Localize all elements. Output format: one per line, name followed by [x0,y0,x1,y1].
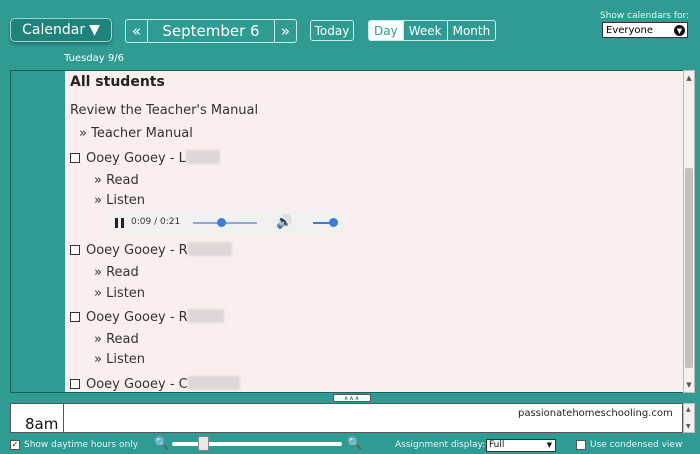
redacted-name [187,309,224,323]
scroll-up-icon[interactable]: ▲ [686,406,691,413]
audio-time: 0:09 / 0:21 [131,217,181,227]
view-month-button[interactable]: Month [446,21,496,40]
zoom-in-icon[interactable]: 🔍 [347,436,362,450]
condensed-view-label: Use condensed view [590,440,683,450]
show-calendars-value: Everyone [606,24,654,36]
view-switcher: Day Week Month [368,20,497,41]
calendar-menu-button[interactable]: Calendar ▼ [10,18,112,42]
bottom-scrollbar[interactable]: ▲ ▼ [683,403,695,433]
audio-progress-handle[interactable] [216,218,226,227]
show-calendars-label: Show calendars for: [600,11,690,21]
listen-link[interactable]: » Listen [94,286,145,301]
time-label: 8am [25,415,59,433]
list-item: Ooey Gooey - R [70,309,224,325]
redacted-name [187,376,240,390]
watermark: passionatehomeschooling.com [518,408,673,419]
redacted-name [185,150,220,164]
calendar-menu-label: Calendar [22,22,86,38]
read-link[interactable]: » Read [94,265,139,280]
list-item: Ooey Gooey - C [70,376,240,392]
content-scrollbar[interactable]: ▲ ▼ [683,70,695,393]
date-navigator: « September 6 » [125,19,297,43]
item-checkbox[interactable] [70,379,80,389]
chevron-down-icon: ▼ [89,22,100,38]
instruction-text: Review the Teacher's Manual [70,103,259,118]
listen-link[interactable]: » Listen [94,352,145,367]
teacher-manual-link[interactable]: » Teacher Manual [79,126,193,141]
zoom-out-icon[interactable]: 🔍 [154,436,169,450]
item-checkbox[interactable] [70,312,80,322]
volume-handle[interactable] [329,218,338,227]
view-day-button[interactable]: Day [369,21,403,40]
list-item: Ooey Gooey - R [70,242,232,258]
day-content-panel: All students Review the Teacher's Manual… [65,70,683,393]
dropdown-icon: ▼ [674,25,685,36]
collapse-handle[interactable]: ∧∧∧ [333,394,371,402]
condensed-view-checkbox[interactable] [576,440,586,450]
assignment-display-select[interactable]: Full ▼ [486,439,556,452]
item-title: Ooey Gooey - R [86,310,188,325]
time-slot-8am[interactable]: passionatehomeschooling.com [64,403,683,433]
audio-player: 0:09 / 0:21 🔊 [106,212,346,234]
current-date[interactable]: September 6 [148,20,274,42]
group-title: All students [70,74,165,90]
show-calendars-select[interactable]: Everyone ▼ [602,22,688,38]
pause-icon[interactable] [115,218,124,228]
item-checkbox[interactable] [70,245,80,255]
item-title: Ooey Gooey - C [86,377,188,392]
day-header: Tuesday 9/6 [64,53,124,64]
read-link[interactable]: » Read [94,332,139,347]
next-date-button[interactable]: » [274,20,296,42]
prev-date-button[interactable]: « [126,20,148,42]
read-link[interactable]: » Read [94,173,139,188]
daytime-hours-label: Show daytime hours only [24,440,139,450]
daytime-hours-checkbox[interactable]: ✓ [10,440,20,450]
assignment-display-label: Assignment display: [395,440,486,450]
scroll-down-icon[interactable]: ▼ [684,379,694,391]
list-item: Ooey Gooey - L [70,150,220,166]
view-week-button[interactable]: Week [402,21,447,40]
scroll-down-icon[interactable]: ▼ [686,423,691,430]
redacted-name [187,242,232,256]
footer-bar: ✓ Show daytime hours only 🔍 🔍 Assignment… [0,436,700,454]
scroll-up-icon[interactable]: ▲ [684,72,694,84]
item-title: Ooey Gooey - R [86,243,188,258]
today-button[interactable]: Today [310,20,354,41]
assignment-display-value: Full [489,440,505,450]
time-slot-label: 8am [10,403,64,433]
volume-icon[interactable]: 🔊 [276,215,292,230]
time-gutter [10,70,66,393]
item-checkbox[interactable] [70,153,80,163]
listen-link[interactable]: » Listen [94,193,145,208]
scrollbar-thumb[interactable] [685,168,693,368]
zoom-slider-handle[interactable] [197,436,209,451]
dropdown-icon: ▼ [546,441,552,449]
item-title: Ooey Gooey - L [86,151,186,166]
